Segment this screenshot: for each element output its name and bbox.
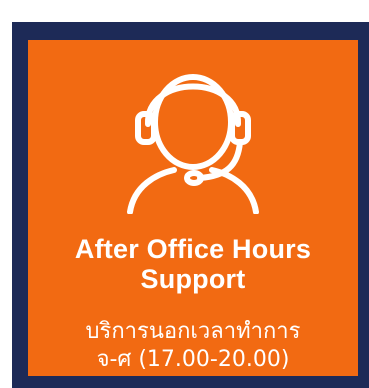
headset-support-agent-icon (127, 74, 259, 214)
card-title-line-1: After Office Hours (74, 234, 312, 264)
icon-container (28, 54, 358, 214)
after-hours-support-card[interactable]: After Office Hours Support บริการนอกเวลา… (28, 40, 358, 376)
card-subtitle: บริการนอกเวลาทำการ จ-ศ (17.00-20.00) (28, 318, 358, 374)
card-subtitle-line-2: จ-ศ (17.00-20.00) (96, 347, 290, 372)
card-title: After Office Hours Support (28, 234, 358, 294)
card-subtitle-line-1: บริการนอกเวลาทำการ (85, 319, 301, 344)
card-title-line-2: Support (140, 264, 246, 294)
page: After Office Hours Support บริการนอกเวลา… (0, 0, 369, 388)
